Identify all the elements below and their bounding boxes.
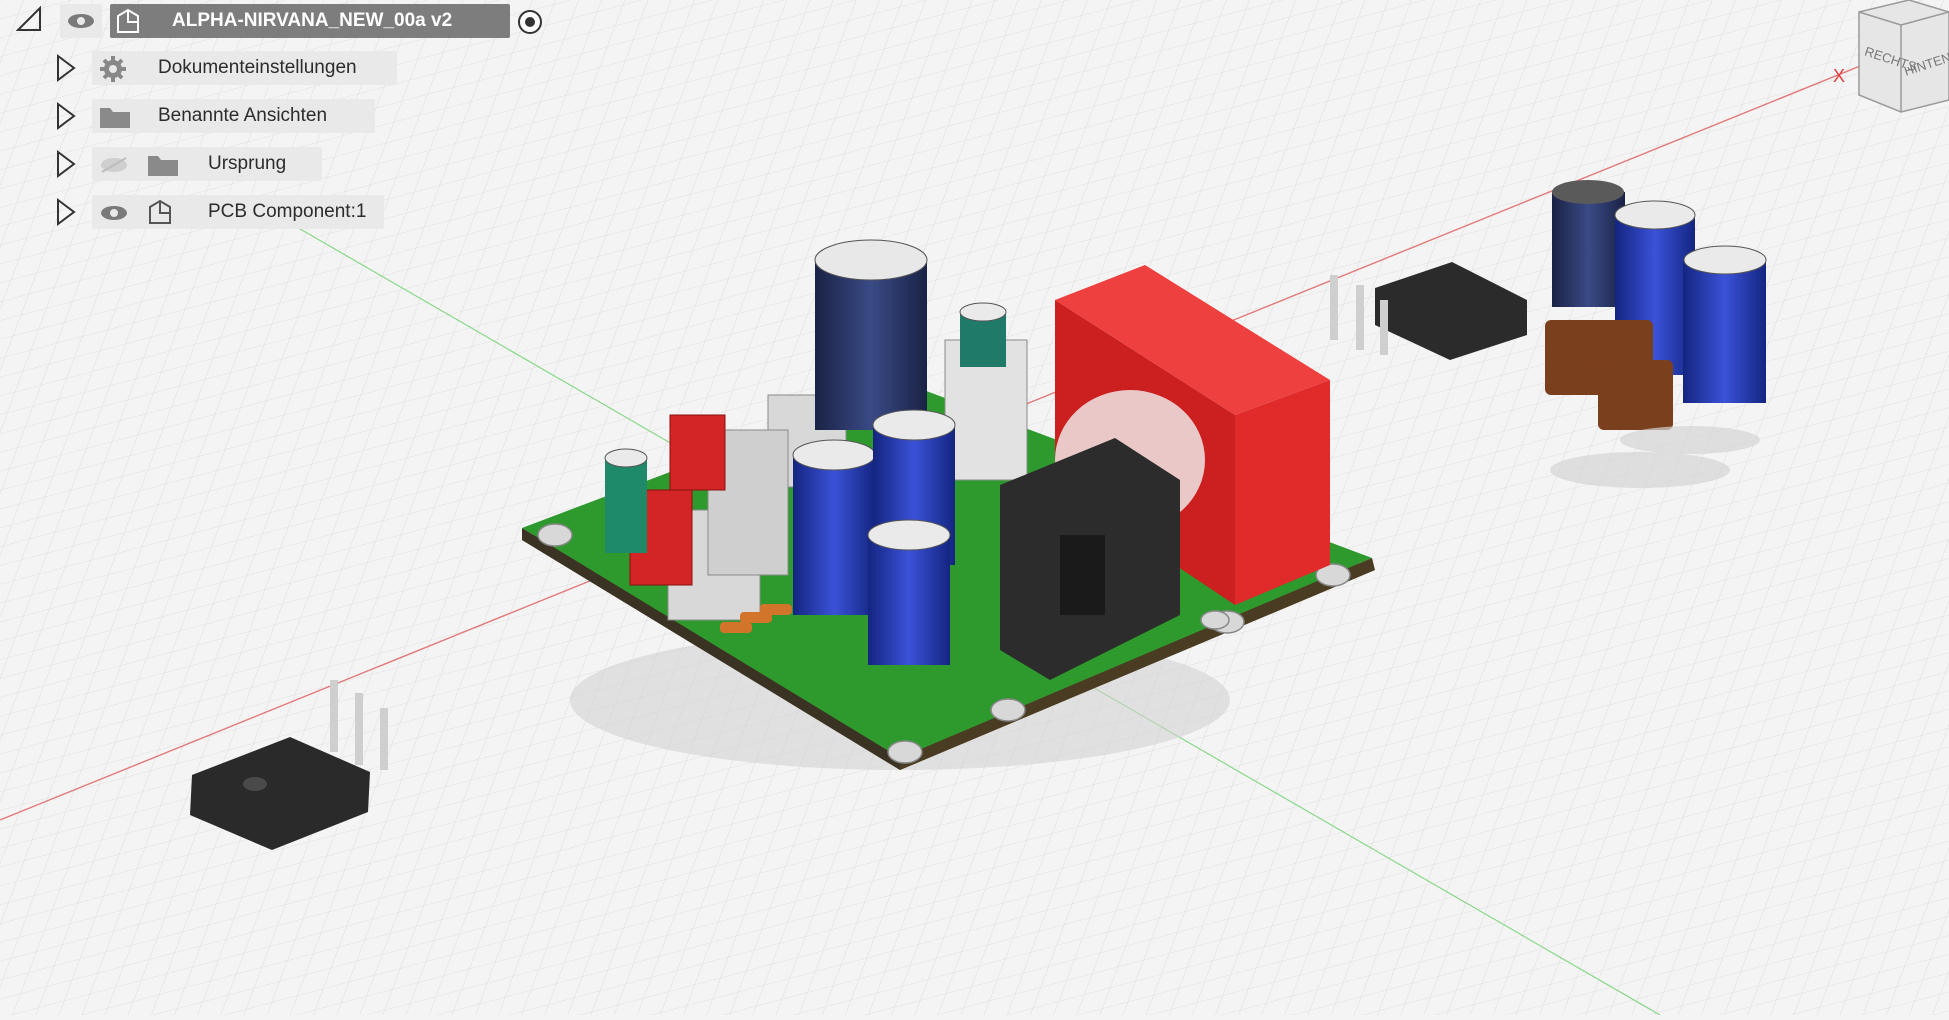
folder-icon xyxy=(100,108,130,128)
expand-arrow-icon[interactable] xyxy=(54,102,78,130)
gear-icon xyxy=(100,56,126,82)
root-component-label: ALPHA-NIRVANA_NEW_00a v2 xyxy=(172,10,453,31)
item-label: Dokumenteinstellungen xyxy=(158,57,357,78)
browser-item-pcb-component[interactable]: PCB Component:1 xyxy=(0,195,400,229)
eye-hidden-icon[interactable] xyxy=(98,156,130,174)
item-label: Benannte Ansichten xyxy=(158,105,328,126)
browser-item-origin[interactable]: Ursprung xyxy=(0,147,400,181)
activate-radio-icon[interactable] xyxy=(517,9,543,35)
item-label: PCB Component:1 xyxy=(208,201,367,222)
eye-icon[interactable] xyxy=(98,204,130,222)
component-icon xyxy=(117,8,139,33)
component-icon xyxy=(149,199,171,224)
item-label: Ursprung xyxy=(208,153,287,174)
axis-x-label: X xyxy=(1833,66,1846,86)
folder-icon xyxy=(148,156,178,176)
eye-icon[interactable] xyxy=(66,13,96,29)
expand-arrow-icon[interactable] xyxy=(54,54,78,82)
expand-arrow-icon[interactable] xyxy=(54,198,78,226)
expand-arrow-icon[interactable] xyxy=(54,150,78,178)
browser-item-document-settings[interactable]: Dokumenteinstellungen xyxy=(0,51,400,85)
browser-item-named-views[interactable]: Benannte Ansichten xyxy=(0,99,400,133)
view-cube[interactable]: RECHTS HINTEN xyxy=(1849,0,1949,120)
browser-root-row[interactable]: ALPHA-NIRVANA_NEW_00a v2 xyxy=(0,4,560,38)
